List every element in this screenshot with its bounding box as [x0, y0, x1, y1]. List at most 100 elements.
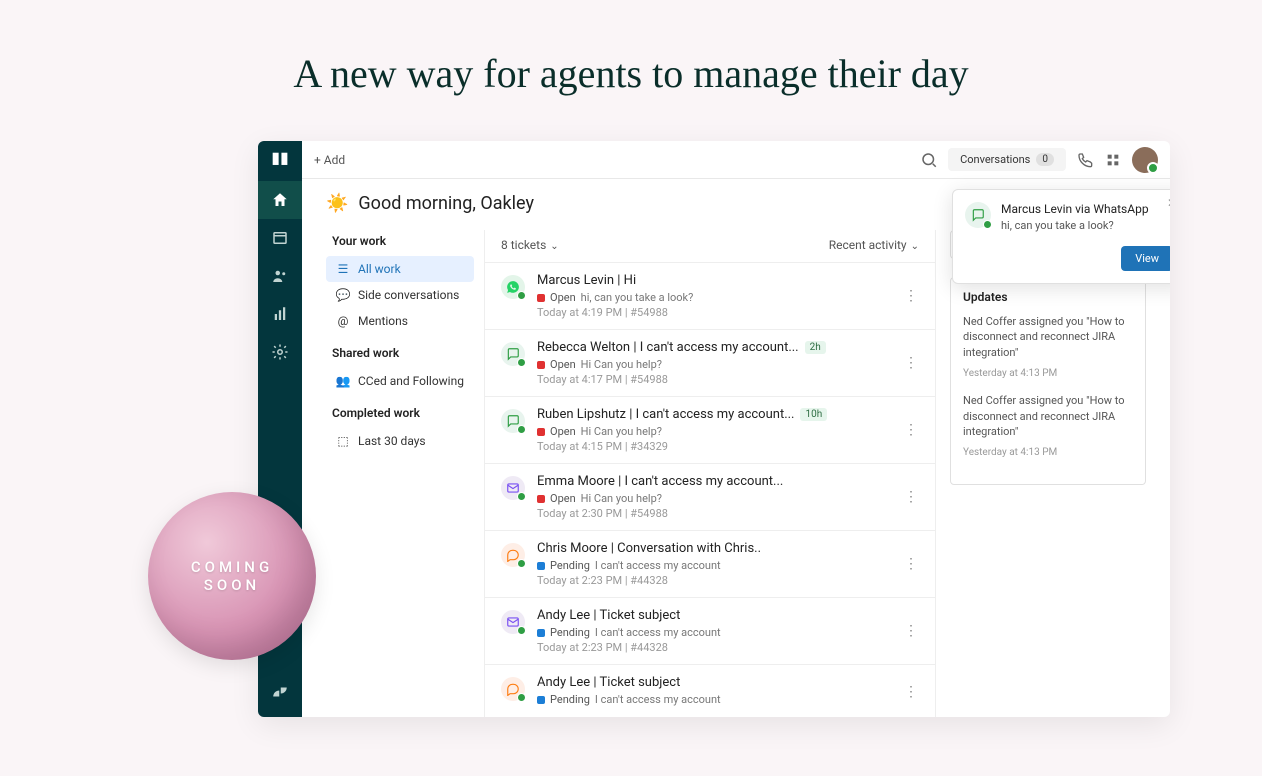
- ticket-age: 2h: [805, 341, 826, 354]
- section-completed-work: Completed work: [332, 406, 474, 420]
- ticket-title: Marcus Levin | Hi: [537, 273, 891, 288]
- ticket-meta: Today at 4:19 PM | #54988: [537, 306, 891, 319]
- add-button[interactable]: + Add: [314, 153, 345, 167]
- chat-icon: 💬: [336, 288, 350, 302]
- ticket-row[interactable]: Chris Moore | Conversation with Chris.. …: [485, 530, 935, 597]
- status-dot: [537, 361, 545, 369]
- update-item[interactable]: Ned Coffer assigned you "How to disconne…: [963, 314, 1133, 360]
- whatsapp-icon: [501, 275, 525, 299]
- view-button[interactable]: View: [1121, 246, 1170, 271]
- ticket-title: Rebecca Welton | I can't access my accou…: [537, 340, 891, 355]
- search-icon[interactable]: [920, 151, 938, 169]
- sort-dropdown[interactable]: Recent activity⌄: [829, 238, 919, 252]
- coming-soon-badge: COMING SOON: [148, 492, 316, 660]
- work-sidebar: Your work ☰All work 💬Side conversations …: [326, 230, 484, 717]
- ticket-preview: I can't access my account: [595, 626, 721, 639]
- ticket-status: Pending: [550, 626, 590, 639]
- brand-logo: ▮▮: [270, 147, 290, 167]
- sidebar-label-cced: CCed and Following: [358, 374, 464, 388]
- sidebar-item-mentions[interactable]: @ Mentions: [326, 308, 474, 334]
- sidebar-label-mentions: Mentions: [358, 314, 408, 328]
- ticket-row[interactable]: Rebecca Welton | I can't access my accou…: [485, 329, 935, 396]
- sidebar-item-all-work[interactable]: ☰All work: [326, 256, 474, 282]
- ticket-row[interactable]: Andy Lee | Ticket subject Pending I can'…: [485, 664, 935, 717]
- hero-title: A new way for agents to manage their day: [0, 0, 1262, 127]
- rail-admin[interactable]: [258, 333, 302, 371]
- ticket-preview: I can't access my account: [595, 559, 721, 572]
- apps-icon[interactable]: [1104, 151, 1122, 169]
- status-dot: [537, 495, 545, 503]
- ticket-age: 10h: [800, 408, 827, 421]
- more-icon[interactable]: ⋮: [903, 608, 919, 654]
- chevron-down-icon: ⌄: [911, 241, 919, 252]
- status-dot: [537, 629, 545, 637]
- ticket-title: Ruben Lipshutz | I can't access my accou…: [537, 407, 891, 422]
- phone-icon[interactable]: [1076, 151, 1094, 169]
- sidebar-item-side-conv[interactable]: 💬 Side conversations: [326, 282, 474, 308]
- ticket-status: Open: [550, 492, 576, 505]
- mail-icon: [501, 476, 525, 500]
- update-time: Yesterday at 4:13 PM: [963, 447, 1133, 458]
- rail-customers[interactable]: [258, 257, 302, 295]
- update-item[interactable]: Ned Coffer assigned you "How to disconne…: [963, 393, 1133, 439]
- sidebar-label-last30: Last 30 days: [358, 434, 426, 448]
- updates-panel: Updates Ned Coffer assigned you "How to …: [950, 277, 1146, 485]
- toast-text: hi, can you take a look?: [1001, 219, 1149, 232]
- ticket-row[interactable]: Emma Moore | I can't access my account..…: [485, 463, 935, 530]
- more-icon[interactable]: ⋮: [903, 407, 919, 453]
- msg-icon: [501, 677, 525, 701]
- msg-icon: [501, 543, 525, 567]
- more-icon[interactable]: ⋮: [903, 675, 919, 708]
- ticket-status: Open: [550, 291, 576, 304]
- update-time: Yesterday at 4:13 PM: [963, 368, 1133, 379]
- status-dot: [537, 696, 545, 704]
- zendesk-icon[interactable]: [258, 673, 302, 711]
- chevron-down-icon: ⌄: [550, 241, 558, 252]
- toast-title: Marcus Levin via WhatsApp: [1001, 202, 1149, 216]
- greeting-text: Good morning, Oakley: [358, 193, 534, 214]
- chat-icon: [501, 342, 525, 366]
- ticket-status: Pending: [550, 693, 590, 706]
- section-shared-work: Shared work: [332, 346, 474, 360]
- ticket-preview: Hi Can you help?: [581, 492, 662, 505]
- ticket-status: Pending: [550, 559, 590, 572]
- people-icon: 👥: [336, 374, 350, 388]
- mail-icon: [501, 610, 525, 634]
- ticket-title: Chris Moore | Conversation with Chris..: [537, 541, 891, 556]
- ticket-preview: Hi Can you help?: [581, 425, 662, 438]
- ticket-row[interactable]: Marcus Levin | Hi Open hi, can you take …: [485, 262, 935, 329]
- more-icon[interactable]: ⋮: [903, 541, 919, 587]
- right-panel: GOOD BAD SOLVED Updates Ned Coffer assig…: [936, 230, 1146, 717]
- chat-icon: [501, 409, 525, 433]
- conversations-label: Conversations: [960, 153, 1030, 166]
- sidebar-label-side-conv: Side conversations: [358, 288, 459, 302]
- ticket-title: Andy Lee | Ticket subject: [537, 608, 891, 623]
- conversations-button[interactable]: Conversations 0: [948, 148, 1066, 171]
- more-icon[interactable]: ⋮: [903, 273, 919, 319]
- ticket-row[interactable]: Ruben Lipshutz | I can't access my accou…: [485, 396, 935, 463]
- ticket-meta: Today at 2:23 PM | #44328: [537, 574, 891, 587]
- ticket-preview: I can't access my account: [595, 693, 721, 706]
- cube-icon: ⬚: [336, 434, 350, 448]
- conversations-count: 0: [1036, 153, 1054, 166]
- ticket-preview: hi, can you take a look?: [581, 291, 694, 304]
- ticket-list: 8 tickets⌄ Recent activity⌄ Marcus Levin…: [484, 230, 936, 717]
- notification-toast: ✕ Marcus Levin via WhatsApp hi, can you …: [952, 189, 1170, 284]
- coming-soon-line1: COMING: [191, 558, 273, 576]
- app-window: ▮▮ + Add Conversations 0 ☀️ Good morning…: [258, 141, 1170, 717]
- close-icon[interactable]: ✕: [1167, 196, 1170, 210]
- rail-views[interactable]: [258, 219, 302, 257]
- ticket-status: Open: [550, 358, 576, 371]
- more-icon[interactable]: ⋮: [903, 474, 919, 520]
- sidebar-item-cced[interactable]: 👥 CCed and Following: [326, 368, 474, 394]
- ticket-count[interactable]: 8 tickets⌄: [501, 238, 559, 252]
- list-icon: ☰: [336, 262, 350, 276]
- rail-reports[interactable]: [258, 295, 302, 333]
- sidebar-item-last30[interactable]: ⬚ Last 30 days: [326, 428, 474, 454]
- rail-home[interactable]: [258, 181, 302, 219]
- topbar: + Add Conversations 0: [302, 141, 1170, 179]
- more-icon[interactable]: ⋮: [903, 340, 919, 386]
- user-avatar[interactable]: [1132, 147, 1158, 173]
- ticket-row[interactable]: Andy Lee | Ticket subject Pending I can'…: [485, 597, 935, 664]
- at-icon: @: [336, 314, 350, 328]
